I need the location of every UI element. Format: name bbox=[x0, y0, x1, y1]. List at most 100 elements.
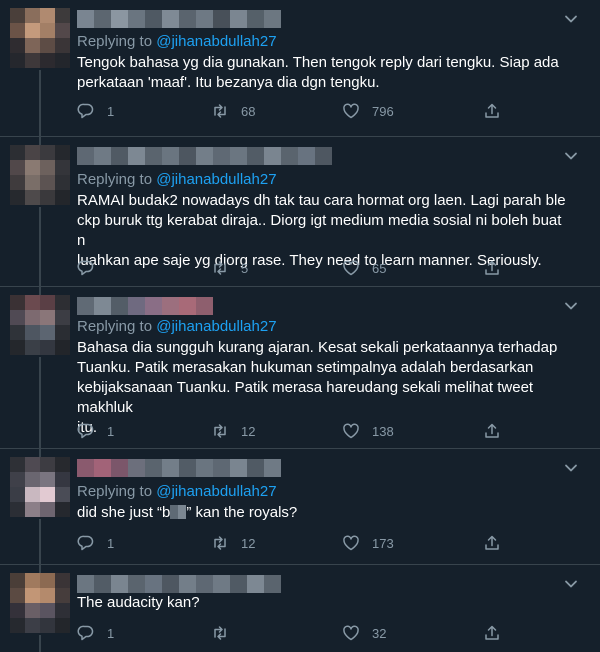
replying-to: Replying to @jihanabdullah27 bbox=[77, 483, 277, 500]
like-count: 65 bbox=[372, 260, 387, 276]
like-count: 796 bbox=[372, 103, 394, 119]
replying-to-label: Replying to bbox=[77, 318, 153, 335]
share-button[interactable] bbox=[483, 258, 501, 278]
retweet-count: 68 bbox=[241, 103, 256, 119]
replying-to: Replying to @jihanabdullah27 bbox=[77, 171, 277, 188]
like-icon bbox=[343, 423, 359, 439]
tweet-actions: 1 32 bbox=[77, 623, 517, 643]
replying-to-label: Replying to bbox=[77, 171, 153, 188]
reply-button[interactable]: 1 bbox=[77, 623, 114, 643]
reply-icon bbox=[77, 535, 94, 551]
tweet-actions: 1 12 173 bbox=[77, 533, 517, 553]
like-button[interactable]: 796 bbox=[342, 101, 394, 121]
share-button[interactable] bbox=[483, 101, 501, 121]
reply-count: 1 bbox=[107, 103, 115, 119]
avatar[interactable] bbox=[10, 573, 70, 633]
chevron-down-icon[interactable] bbox=[562, 10, 580, 28]
thread-line bbox=[39, 635, 41, 652]
tweet-text: Tengok bahasa yg dia gunakan. Then tengo… bbox=[77, 53, 567, 93]
retweet-button[interactable]: 12 bbox=[211, 533, 255, 553]
display-name-blurred[interactable] bbox=[77, 459, 281, 477]
share-button[interactable] bbox=[483, 623, 501, 643]
reply-icon bbox=[77, 103, 94, 119]
tweet[interactable]: Replying to @jihanabdullah27 Bahasa dia … bbox=[0, 286, 600, 449]
display-name-blurred[interactable] bbox=[77, 297, 213, 315]
retweet-icon bbox=[214, 424, 226, 438]
chevron-down-icon[interactable] bbox=[562, 459, 580, 477]
thread-line bbox=[39, 207, 41, 287]
replying-to: Replying to @jihanabdullah27 bbox=[77, 33, 277, 50]
replying-to-handle[interactable]: @jihanabdullah27 bbox=[156, 318, 276, 335]
tweet-actions: 1 12 138 bbox=[77, 421, 517, 441]
retweet-icon bbox=[214, 104, 226, 118]
censored-word bbox=[170, 505, 187, 519]
like-button[interactable]: 138 bbox=[342, 421, 394, 441]
avatar[interactable] bbox=[10, 8, 70, 68]
retweet-count: 5 bbox=[241, 260, 249, 276]
avatar[interactable] bbox=[10, 295, 70, 355]
tweet-text-line: Tuanku. Patik merasakan hukuman setimpal… bbox=[77, 359, 534, 376]
tweet-text-line: kebijaksanaan Tuanku. Patik merasa hareu… bbox=[77, 379, 534, 416]
replying-to-handle[interactable]: @jihanabdullah27 bbox=[156, 483, 276, 500]
share-icon bbox=[485, 423, 499, 438]
like-button[interactable]: 65 bbox=[342, 258, 386, 278]
replying-to-label: Replying to bbox=[77, 483, 153, 500]
share-icon bbox=[485, 535, 499, 550]
reply-icon bbox=[77, 625, 94, 641]
tweet[interactable]: Replying to @jihanabdullah27 did she jus… bbox=[0, 448, 600, 565]
like-count: 173 bbox=[372, 535, 394, 551]
like-button[interactable]: 173 bbox=[342, 533, 394, 553]
like-icon bbox=[343, 535, 359, 551]
reply-button[interactable]: 1 bbox=[77, 533, 114, 553]
retweet-icon bbox=[214, 536, 226, 550]
reply-feed: Replying to @jihanabdullah27 Tengok baha… bbox=[0, 0, 600, 652]
retweet-button[interactable]: 5 bbox=[211, 258, 248, 278]
reply-count: 1 bbox=[107, 535, 115, 551]
display-name-blurred[interactable] bbox=[77, 575, 281, 593]
avatar[interactable] bbox=[10, 457, 70, 517]
retweet-count: 12 bbox=[241, 535, 256, 551]
share-icon bbox=[485, 625, 499, 640]
retweet-button[interactable]: 68 bbox=[211, 101, 255, 121]
like-icon bbox=[343, 103, 359, 119]
chevron-down-icon[interactable] bbox=[562, 575, 580, 593]
thread-line bbox=[39, 565, 41, 573]
share-button[interactable] bbox=[483, 421, 501, 441]
chevron-down-icon[interactable] bbox=[562, 297, 580, 315]
replying-to-handle[interactable]: @jihanabdullah27 bbox=[156, 171, 276, 188]
retweet-count: 12 bbox=[241, 423, 256, 439]
tweet-text-end: ” kan the royals? bbox=[186, 504, 298, 521]
retweet-icon bbox=[214, 626, 226, 640]
retweet-button[interactable]: 12 bbox=[211, 421, 255, 441]
tweet-text-line: perkataan 'maaf'. Itu bezanya dia dgn te… bbox=[77, 74, 380, 91]
reply-button[interactable]: 1 bbox=[77, 101, 114, 121]
replying-to-handle[interactable]: @jihanabdullah27 bbox=[156, 33, 276, 50]
tweet-actions: 1 68 796 bbox=[77, 101, 517, 121]
retweet-button[interactable] bbox=[211, 623, 241, 643]
reply-count: 1 bbox=[107, 423, 115, 439]
like-button[interactable]: 32 bbox=[342, 623, 386, 643]
tweet-actions: 5 65 bbox=[77, 258, 517, 278]
share-button[interactable] bbox=[483, 533, 501, 553]
like-icon bbox=[343, 260, 359, 276]
tweet[interactable]: The audacity kan? 1 32 bbox=[0, 564, 600, 652]
retweet-icon bbox=[214, 261, 226, 275]
display-name-blurred[interactable] bbox=[77, 147, 332, 165]
tweet-text-line: RAMAI budak2 nowadays dh tak tau cara ho… bbox=[77, 192, 566, 209]
replying-to: Replying to @jihanabdullah27 bbox=[77, 318, 277, 335]
tweet-text: The audacity kan? bbox=[77, 593, 567, 613]
like-icon bbox=[343, 625, 359, 641]
thread-line bbox=[39, 519, 41, 565]
tweet-text-start: did she just “b bbox=[77, 504, 171, 521]
reply-button[interactable] bbox=[77, 258, 107, 278]
tweet[interactable]: Replying to @jihanabdullah27 RAMAI budak… bbox=[0, 136, 600, 287]
like-count: 32 bbox=[372, 625, 387, 641]
chevron-down-icon[interactable] bbox=[562, 147, 580, 165]
reply-button[interactable]: 1 bbox=[77, 421, 114, 441]
avatar[interactable] bbox=[10, 145, 70, 205]
share-icon bbox=[485, 103, 499, 118]
tweet[interactable]: Replying to @jihanabdullah27 Tengok baha… bbox=[0, 0, 600, 136]
display-name-blurred[interactable] bbox=[77, 10, 281, 28]
reply-icon bbox=[77, 423, 94, 439]
thread-line bbox=[39, 137, 41, 145]
